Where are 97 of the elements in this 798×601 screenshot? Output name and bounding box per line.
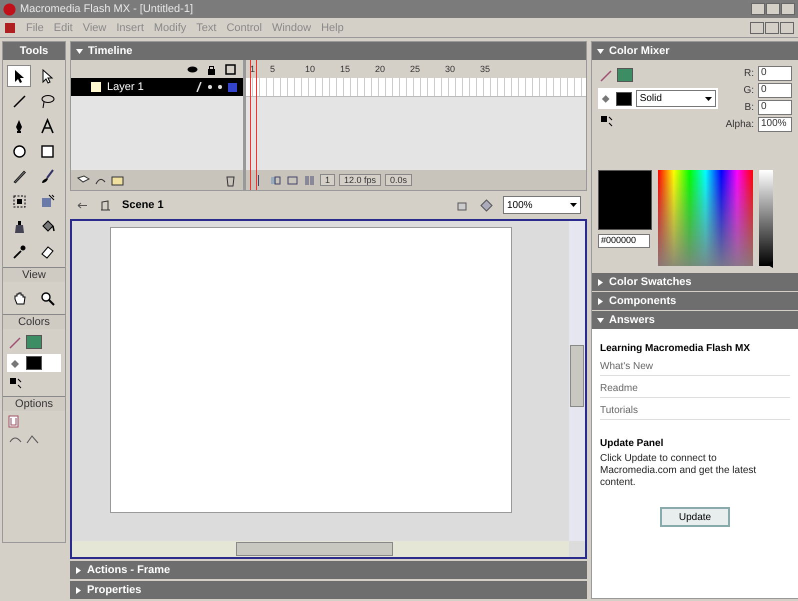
color-preview bbox=[598, 170, 652, 230]
panel-header[interactable]: Answers bbox=[592, 311, 798, 329]
color-spectrum[interactable] bbox=[658, 170, 753, 266]
brightness-slider[interactable] bbox=[759, 170, 773, 266]
lasso-tool-icon bbox=[39, 92, 56, 110]
channel-label: G: bbox=[743, 85, 754, 96]
window-title: Macromedia Flash MX - [Untitled-1] bbox=[20, 3, 193, 15]
layer-row[interactable]: Layer 1 bbox=[71, 78, 243, 96]
vertical-scrollbar[interactable] bbox=[569, 221, 585, 541]
section-heading: Learning Macromedia Flash MX bbox=[600, 343, 752, 354]
zoom-dropdown[interactable]: 100% bbox=[503, 196, 581, 214]
scene-name: Scene 1 bbox=[122, 199, 164, 211]
app-logo-icon bbox=[3, 2, 16, 16]
document-icon bbox=[4, 22, 16, 34]
channel-label: R: bbox=[744, 68, 754, 79]
panel-title: Timeline bbox=[88, 45, 132, 57]
frame-rate: 12.0 fps bbox=[339, 174, 382, 186]
fill-color-swatch[interactable] bbox=[616, 92, 632, 106]
fill-color-swatch[interactable] bbox=[26, 356, 42, 370]
collapsed-arrow-icon[interactable] bbox=[75, 586, 82, 594]
swap-colors-icon[interactable] bbox=[9, 377, 22, 390]
section-label: Colors bbox=[18, 316, 50, 328]
frame-number: 30 bbox=[445, 64, 456, 74]
trash-icon[interactable] bbox=[224, 174, 237, 186]
outline-icon[interactable] bbox=[224, 62, 237, 76]
minimize-button[interactable] bbox=[750, 22, 764, 34]
panel-title: Color Mixer bbox=[609, 45, 670, 57]
eyedropper-tool-icon bbox=[10, 242, 28, 260]
onion-outline-icon[interactable] bbox=[286, 174, 299, 186]
magnet-icon[interactable] bbox=[7, 415, 20, 428]
swap-colors-icon[interactable] bbox=[600, 115, 613, 128]
panel-header[interactable]: Color Swatches bbox=[592, 273, 798, 291]
channel-field[interactable]: 0 bbox=[758, 100, 792, 115]
section-label: Options bbox=[15, 398, 53, 410]
text-tool-icon bbox=[39, 118, 56, 134]
edit-scene-icon[interactable] bbox=[480, 198, 493, 212]
dot-icon bbox=[218, 85, 222, 89]
collapsed-arrow-icon[interactable] bbox=[75, 566, 82, 574]
panel-header[interactable]: Properties bbox=[70, 581, 587, 599]
magnifier-icon bbox=[39, 290, 56, 306]
fill-style-dropdown[interactable]: Solid bbox=[636, 90, 716, 107]
answers-link[interactable]: What's New bbox=[600, 358, 790, 376]
horizontal-scrollbar[interactable] bbox=[72, 541, 569, 557]
answers-link[interactable]: Tutorials bbox=[600, 402, 790, 420]
layer-icon bbox=[91, 82, 101, 92]
tool-button[interactable] bbox=[7, 65, 31, 87]
slider-thumb[interactable] bbox=[767, 260, 773, 268]
close-button[interactable] bbox=[781, 3, 795, 15]
brush-tool-icon bbox=[39, 168, 56, 184]
panel-title: Tools bbox=[20, 45, 48, 57]
maximize-button[interactable] bbox=[766, 3, 780, 15]
frame-number: 5 bbox=[270, 64, 276, 74]
current-frame: 1 bbox=[320, 174, 336, 186]
collapsed-arrow-icon[interactable] bbox=[597, 278, 604, 286]
frame-number: 35 bbox=[480, 64, 492, 74]
oval-tool-icon bbox=[10, 142, 28, 160]
channel-label: B: bbox=[744, 102, 754, 113]
update-button[interactable]: Update bbox=[660, 507, 730, 527]
alpha-label: Alpha: bbox=[726, 119, 754, 130]
outline-color-icon bbox=[228, 82, 237, 92]
fill-transform-icon bbox=[39, 192, 56, 210]
scene-icon[interactable] bbox=[99, 198, 112, 212]
section-heading: Update Panel bbox=[600, 438, 664, 449]
line-tool-icon bbox=[10, 92, 28, 110]
restore-button[interactable] bbox=[765, 22, 779, 34]
panel-header[interactable]: Actions - Frame bbox=[70, 561, 587, 579]
frame-number: 1 bbox=[249, 64, 256, 74]
frame-number: 25 bbox=[410, 64, 422, 74]
free-transform-icon bbox=[10, 192, 28, 210]
stroke-color-swatch[interactable] bbox=[26, 335, 42, 349]
panel-header[interactable]: Components bbox=[592, 292, 798, 310]
collapsed-arrow-icon[interactable] bbox=[597, 298, 604, 304]
elapsed-time: 0.0s bbox=[385, 174, 412, 186]
straighten-icon[interactable] bbox=[26, 433, 39, 446]
hex-field[interactable]: #000000 bbox=[598, 234, 650, 248]
dot-icon bbox=[208, 85, 212, 89]
frame-number: 10 bbox=[305, 64, 316, 74]
alpha-field[interactable]: 100% bbox=[758, 117, 792, 132]
minimize-button[interactable] bbox=[751, 3, 765, 15]
answers-link[interactable]: Readme bbox=[600, 380, 790, 398]
channel-field[interactable]: 0 bbox=[758, 83, 792, 98]
frame-number: 20 bbox=[375, 64, 386, 74]
stroke-color-swatch[interactable] bbox=[617, 68, 633, 82]
caret-icon bbox=[570, 203, 577, 207]
close-button[interactable] bbox=[780, 22, 794, 34]
channel-field[interactable]: 0 bbox=[758, 66, 792, 81]
expanded-arrow-icon[interactable] bbox=[597, 316, 604, 324]
caret-icon bbox=[705, 96, 712, 100]
section-label: View bbox=[22, 269, 46, 281]
update-text: Click Update to connect to Macromedia.com and get the latest content. bbox=[600, 453, 758, 489]
onion-skin-icon[interactable] bbox=[269, 174, 282, 186]
frame-number: 15 bbox=[340, 64, 352, 74]
expanded-arrow-icon[interactable] bbox=[76, 48, 83, 54]
folder-icon[interactable] bbox=[111, 174, 124, 186]
expanded-arrow-icon[interactable] bbox=[597, 48, 604, 54]
rectangle-tool-icon bbox=[39, 142, 56, 160]
playhead[interactable] bbox=[250, 60, 257, 190]
